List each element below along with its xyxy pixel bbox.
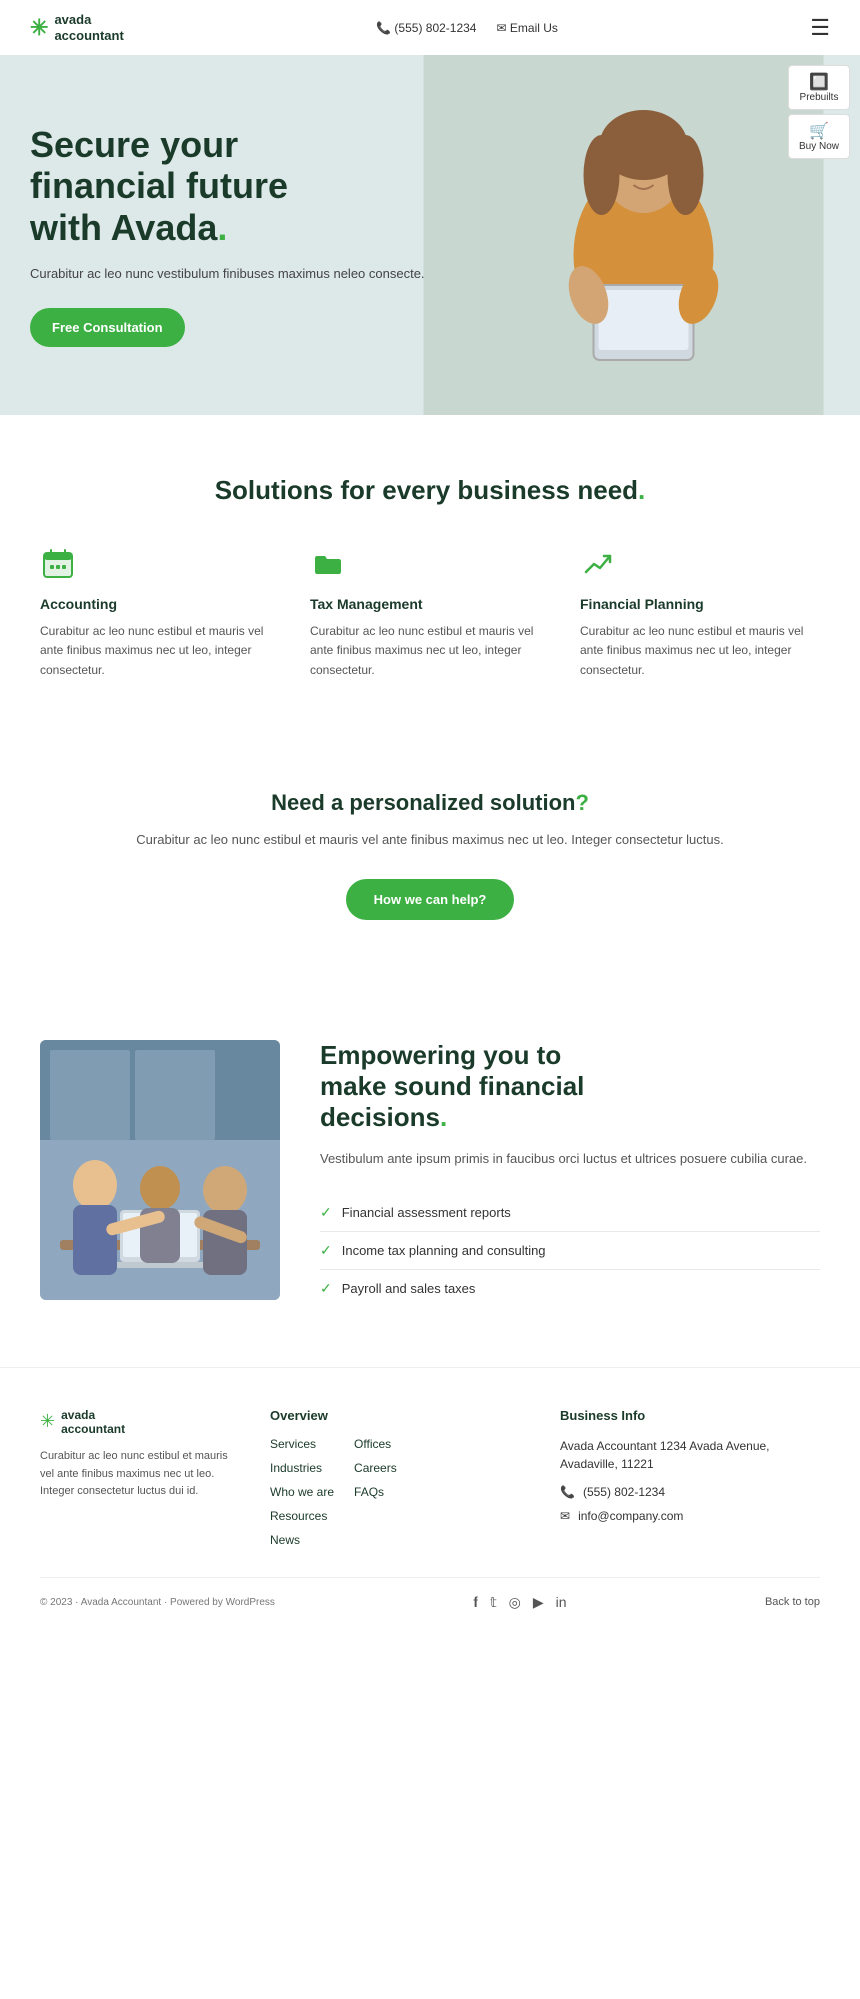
accounting-card: Accounting Curabitur ac leo nunc estibul… bbox=[40, 546, 280, 680]
buy-now-icon: 🛒 bbox=[799, 121, 839, 141]
hero-title: Secure your financial future with Avada. bbox=[30, 124, 425, 248]
solutions-section: Solutions for every business need. Accou… bbox=[0, 415, 860, 730]
solutions-title: Solutions for every business need. bbox=[40, 475, 820, 506]
checklist-item: ✓ Financial assessment reports bbox=[320, 1194, 820, 1232]
free-consultation-button[interactable]: Free Consultation bbox=[30, 308, 185, 347]
financial-planning-card: Financial Planning Curabitur ac leo nunc… bbox=[580, 546, 820, 680]
twitter-icon[interactable]: 𝕥 bbox=[490, 1594, 497, 1611]
footer-business-address: Avada Accountant 1234 Avada Avenue, Avad… bbox=[560, 1437, 820, 1473]
footer-link-offices[interactable]: Offices bbox=[354, 1437, 397, 1451]
empowering-section: Empowering you to make sound financial d… bbox=[0, 980, 860, 1367]
email-icon: ✉ bbox=[496, 21, 506, 35]
chart-icon bbox=[580, 546, 616, 582]
site-header: ✳ avada accountant 📞 (555) 802-1234 ✉ Em… bbox=[0, 0, 860, 55]
phone-icon: 📞 bbox=[376, 21, 391, 35]
check-icon-3: ✓ bbox=[320, 1280, 332, 1297]
check-icon-1: ✓ bbox=[320, 1204, 332, 1221]
social-icons: 𝐟 𝕥 ◎ ▶ in bbox=[473, 1594, 566, 1611]
footer-nav-col1: Services Industries Who we are Resources… bbox=[270, 1437, 334, 1547]
personalized-section: Need a personalized solution? Curabitur … bbox=[0, 730, 860, 980]
tax-management-title: Tax Management bbox=[310, 596, 550, 612]
facebook-icon[interactable]: 𝐟 bbox=[473, 1594, 478, 1611]
financial-planning-text: Curabitur ac leo nunc estibul et mauris … bbox=[580, 622, 820, 680]
accounting-text: Curabitur ac leo nunc estibul et mauris … bbox=[40, 622, 280, 680]
phone-contact[interactable]: 📞 (555) 802-1234 bbox=[376, 21, 476, 35]
footer-logo-star-icon: ✳ bbox=[40, 1411, 55, 1432]
how-we-help-button[interactable]: How we can help? bbox=[346, 879, 515, 920]
footer-grid: ✳ avada accountant Curabitur ac leo nunc… bbox=[40, 1408, 820, 1547]
prebuilts-button[interactable]: 🔲 Prebuilts bbox=[788, 65, 850, 110]
tax-management-card: Tax Management Curabitur ac leo nunc est… bbox=[310, 546, 550, 680]
header-contact: 📞 (555) 802-1234 ✉ Email Us bbox=[376, 21, 558, 35]
footer-phone-icon: 📞 bbox=[560, 1485, 575, 1499]
checklist-item: ✓ Income tax planning and consulting bbox=[320, 1232, 820, 1270]
footer-logo-line1: avada bbox=[61, 1408, 125, 1422]
footer-copyright: © 2023 · Avada Accountant · Powered by W… bbox=[40, 1597, 275, 1608]
footer-nav-title: Overview bbox=[270, 1408, 530, 1423]
youtube-icon[interactable]: ▶ bbox=[533, 1594, 544, 1611]
team-photo bbox=[40, 1040, 280, 1300]
footer-nav-col2: Offices Careers FAQs bbox=[354, 1437, 397, 1547]
hamburger-menu-button[interactable]: ☰ bbox=[810, 15, 830, 41]
logo-text: avada accountant bbox=[54, 12, 123, 43]
footer-description: Curabitur ac leo nunc estibul et mauris … bbox=[40, 1448, 240, 1501]
financial-planning-title: Financial Planning bbox=[580, 596, 820, 612]
prebuilts-icon: 🔲 bbox=[799, 72, 839, 92]
footer-link-who-we-are[interactable]: Who we are bbox=[270, 1485, 334, 1499]
site-footer: ✳ avada accountant Curabitur ac leo nunc… bbox=[0, 1367, 860, 1627]
footer-business-title: Business Info bbox=[560, 1408, 820, 1423]
footer-bottom: © 2023 · Avada Accountant · Powered by W… bbox=[40, 1577, 820, 1627]
accounting-title: Accounting bbox=[40, 596, 280, 612]
hero-content: Secure your financial future with Avada.… bbox=[0, 84, 455, 387]
linkedin-icon[interactable]: in bbox=[556, 1594, 567, 1611]
calendar-icon bbox=[40, 546, 76, 582]
buy-now-button[interactable]: 🛒 Buy Now bbox=[788, 114, 850, 159]
checklist-item: ✓ Payroll and sales taxes bbox=[320, 1270, 820, 1307]
footer-email-icon: ✉ bbox=[560, 1509, 570, 1523]
folder-icon bbox=[310, 546, 346, 582]
footer-business-phone: 📞 (555) 802-1234 bbox=[560, 1485, 820, 1499]
footer-business-email: ✉ info@company.com bbox=[560, 1509, 820, 1523]
solutions-cards: Accounting Curabitur ac leo nunc estibul… bbox=[40, 546, 820, 680]
footer-link-news[interactable]: News bbox=[270, 1533, 334, 1547]
personalized-title: Need a personalized solution? bbox=[40, 790, 820, 816]
check-icon-2: ✓ bbox=[320, 1242, 332, 1259]
footer-logo-line2: accountant bbox=[61, 1422, 125, 1436]
empowering-checklist: ✓ Financial assessment reports ✓ Income … bbox=[320, 1194, 820, 1307]
email-contact[interactable]: ✉ Email Us bbox=[496, 21, 557, 35]
footer-brand: ✳ avada accountant Curabitur ac leo nunc… bbox=[40, 1408, 240, 1547]
hero-subtitle: Curabitur ac leo nunc vestibulum finibus… bbox=[30, 264, 425, 284]
empowering-text: Vestibulum ante ipsum primis in faucibus… bbox=[320, 1149, 820, 1170]
empowering-title: Empowering you to make sound financial d… bbox=[320, 1040, 820, 1134]
footer-logo[interactable]: ✳ avada accountant bbox=[40, 1408, 240, 1436]
logo-star-icon: ✳ bbox=[30, 15, 48, 41]
hero-section: Secure your financial future with Avada.… bbox=[0, 55, 860, 415]
footer-business-info: Business Info Avada Accountant 1234 Avad… bbox=[560, 1408, 820, 1547]
footer-link-faqs[interactable]: FAQs bbox=[354, 1485, 397, 1499]
sidebar-widgets: 🔲 Prebuilts 🛒 Buy Now bbox=[788, 65, 850, 159]
instagram-icon[interactable]: ◎ bbox=[509, 1594, 521, 1611]
footer-navigation: Overview Services Industries Who we are … bbox=[270, 1408, 530, 1547]
logo[interactable]: ✳ avada accountant bbox=[30, 12, 124, 43]
footer-link-careers[interactable]: Careers bbox=[354, 1461, 397, 1475]
footer-link-industries[interactable]: Industries bbox=[270, 1461, 334, 1475]
personalized-text: Curabitur ac leo nunc estibul et mauris … bbox=[40, 830, 820, 851]
empowering-content: Empowering you to make sound financial d… bbox=[320, 1040, 820, 1307]
footer-link-resources[interactable]: Resources bbox=[270, 1509, 334, 1523]
footer-link-services[interactable]: Services bbox=[270, 1437, 334, 1451]
back-to-top-button[interactable]: Back to top bbox=[765, 1596, 820, 1608]
footer-nav-columns: Services Industries Who we are Resources… bbox=[270, 1437, 530, 1547]
tax-management-text: Curabitur ac leo nunc estibul et mauris … bbox=[310, 622, 550, 680]
